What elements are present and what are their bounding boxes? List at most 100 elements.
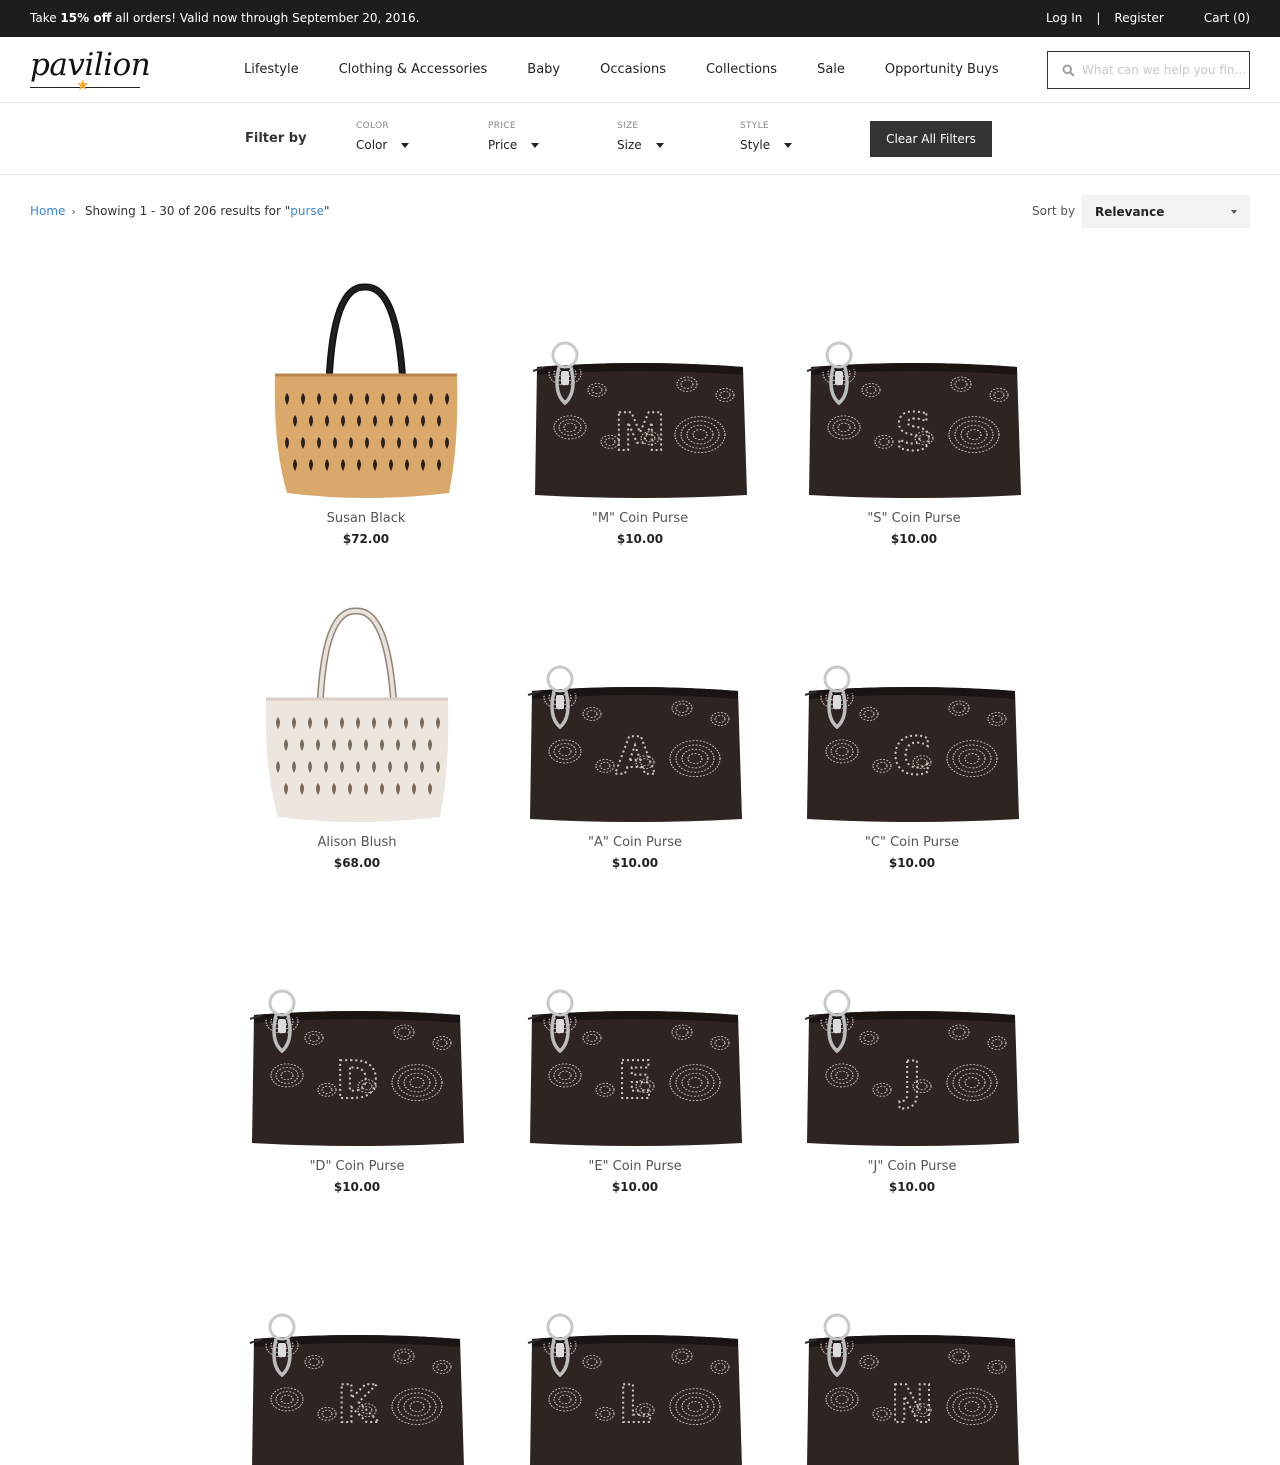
search-box[interactable] bbox=[1047, 51, 1250, 89]
filter-size-value: Size bbox=[617, 138, 642, 152]
product-card[interactable]: Susan Black $72.00 bbox=[251, 275, 481, 546]
filter-style-caption: STYLE bbox=[740, 121, 769, 131]
product-card[interactable]: S "S" Coin Purse $10.00 bbox=[799, 275, 1029, 546]
filter-color-caption: COLOR bbox=[356, 121, 389, 131]
svg-text:N: N bbox=[890, 1375, 934, 1435]
product-card[interactable]: E "E" Coin Purse $10.00 bbox=[520, 923, 750, 1194]
nav-item-clothing-accessories[interactable]: Clothing & Accessories bbox=[319, 62, 508, 77]
nav-item-baby[interactable]: Baby bbox=[507, 62, 580, 77]
product-price: $72.00 bbox=[342, 532, 390, 546]
product-price: $10.00 bbox=[611, 1180, 659, 1194]
filter-price-value: Price bbox=[488, 138, 518, 152]
product-card[interactable]: N bbox=[797, 1247, 1027, 1465]
product-card[interactable]: K bbox=[242, 1247, 472, 1465]
caret-down-icon bbox=[655, 143, 664, 148]
promo-suffix: all orders! Valid now through September … bbox=[111, 11, 420, 25]
product-name[interactable]: "S" Coin Purse bbox=[799, 511, 1029, 526]
search-query: purse bbox=[290, 204, 325, 218]
product-price: $10.00 bbox=[888, 1180, 936, 1194]
promo-prefix: Take bbox=[30, 11, 61, 25]
filter-style-value: Style bbox=[740, 138, 771, 152]
results-summary: Showing 1 - 30 of 206 results for " bbox=[84, 204, 291, 218]
filter-bar: Filter by COLOR Color PRICE Price SIZE S… bbox=[0, 103, 1280, 175]
nav-item-lifestyle[interactable]: Lifestyle bbox=[224, 62, 319, 77]
filter-price-caption: PRICE bbox=[488, 121, 516, 131]
search-input[interactable] bbox=[1082, 53, 1246, 87]
product-name[interactable]: "E" Coin Purse bbox=[520, 1159, 750, 1174]
product-card[interactable]: J "J" Coin Purse $10.00 bbox=[797, 923, 1027, 1194]
product-price: $10.00 bbox=[333, 1180, 381, 1194]
nav-item-occasions[interactable]: Occasions bbox=[580, 62, 686, 77]
caret-down-icon bbox=[531, 143, 540, 148]
product-image[interactable]: A bbox=[520, 599, 750, 829]
product-card[interactable]: Alison Blush $68.00 bbox=[242, 599, 472, 870]
promo-highlight: 15% off bbox=[60, 11, 112, 25]
register-link[interactable]: Register bbox=[1114, 11, 1163, 25]
product-price: $10.00 bbox=[890, 532, 938, 546]
svg-text:E: E bbox=[617, 1051, 653, 1111]
product-image[interactable]: D bbox=[242, 923, 472, 1153]
account-links: Log In | Register Cart (0) bbox=[1046, 11, 1250, 25]
cart-link[interactable]: Cart (0) bbox=[1204, 11, 1250, 25]
product-image[interactable]: E bbox=[520, 923, 750, 1153]
filter-price[interactable]: PRICE Price bbox=[488, 121, 540, 152]
search-icon[interactable] bbox=[1062, 64, 1075, 77]
filter-color[interactable]: COLOR Color bbox=[356, 121, 410, 152]
sort-by-label: Sort by bbox=[1032, 204, 1076, 218]
product-image[interactable]: N bbox=[797, 1247, 1027, 1465]
product-price: $10.00 bbox=[611, 856, 659, 870]
svg-text:D: D bbox=[335, 1051, 378, 1111]
svg-text:C: C bbox=[893, 727, 931, 787]
filter-size-caption: SIZE bbox=[617, 121, 639, 131]
pavilion-logo[interactable]: pavilion ★ bbox=[30, 45, 151, 95]
sort-select[interactable]: Relevance bbox=[1082, 195, 1250, 228]
clear-all-filters-button[interactable]: Clear All Filters bbox=[870, 121, 992, 157]
star-icon: ★ bbox=[76, 76, 90, 94]
sort-value: Relevance bbox=[1095, 205, 1165, 219]
filter-by-label: Filter by bbox=[245, 131, 307, 146]
login-link[interactable]: Log In bbox=[1046, 11, 1082, 25]
product-image[interactable]: M bbox=[525, 275, 755, 505]
product-image[interactable] bbox=[251, 275, 481, 505]
svg-text:A: A bbox=[615, 727, 655, 787]
product-price: $10.00 bbox=[888, 856, 936, 870]
product-price: $10.00 bbox=[616, 532, 664, 546]
svg-text:K: K bbox=[337, 1375, 379, 1435]
product-card[interactable]: D "D" Coin Purse $10.00 bbox=[242, 923, 472, 1194]
product-name[interactable]: "J" Coin Purse bbox=[797, 1159, 1027, 1174]
svg-text:M: M bbox=[614, 403, 666, 463]
nav-item-opportunity-buys[interactable]: Opportunity Buys bbox=[865, 62, 1019, 77]
product-name[interactable]: Susan Black bbox=[251, 511, 481, 526]
logo-wordmark: pavilion bbox=[30, 47, 151, 83]
product-image[interactable]: S bbox=[799, 275, 1029, 505]
svg-text:L: L bbox=[618, 1375, 651, 1435]
product-card[interactable]: L bbox=[520, 1247, 750, 1465]
product-price: $68.00 bbox=[333, 856, 381, 870]
product-image[interactable]: K bbox=[242, 1247, 472, 1465]
nav-item-collections[interactable]: Collections bbox=[686, 62, 797, 77]
product-name[interactable]: Alison Blush bbox=[242, 835, 472, 850]
product-card[interactable]: A "A" Coin Purse $10.00 bbox=[520, 599, 750, 870]
main-nav: Lifestyle Clothing & Accessories Baby Oc… bbox=[224, 62, 1019, 77]
svg-text:J: J bbox=[899, 1051, 921, 1111]
product-name[interactable]: "M" Coin Purse bbox=[525, 511, 755, 526]
caret-down-icon bbox=[784, 143, 793, 148]
product-name[interactable]: "D" Coin Purse bbox=[242, 1159, 472, 1174]
product-card[interactable]: M "M" Coin Purse $10.00 bbox=[525, 275, 755, 546]
site-header: pavilion ★ Lifestyle Clothing & Accessor… bbox=[0, 37, 1280, 103]
product-image[interactable] bbox=[242, 599, 472, 829]
product-name[interactable]: "C" Coin Purse bbox=[797, 835, 1027, 850]
breadcrumb-home-link[interactable]: Home bbox=[30, 204, 65, 218]
product-name[interactable]: "A" Coin Purse bbox=[520, 835, 750, 850]
product-image[interactable]: L bbox=[520, 1247, 750, 1465]
nav-item-sale[interactable]: Sale bbox=[797, 62, 865, 77]
caret-down-icon bbox=[1231, 210, 1237, 214]
filter-size[interactable]: SIZE Size bbox=[617, 121, 664, 152]
caret-down-icon bbox=[401, 143, 410, 148]
filter-color-value: Color bbox=[356, 138, 388, 152]
product-card[interactable]: C "C" Coin Purse $10.00 bbox=[797, 599, 1027, 870]
filter-style[interactable]: STYLE Style bbox=[740, 121, 793, 152]
product-image[interactable]: J bbox=[797, 923, 1027, 1153]
promo-message: Take 15% off all orders! Valid now throu… bbox=[30, 11, 420, 25]
product-image[interactable]: C bbox=[797, 599, 1027, 829]
